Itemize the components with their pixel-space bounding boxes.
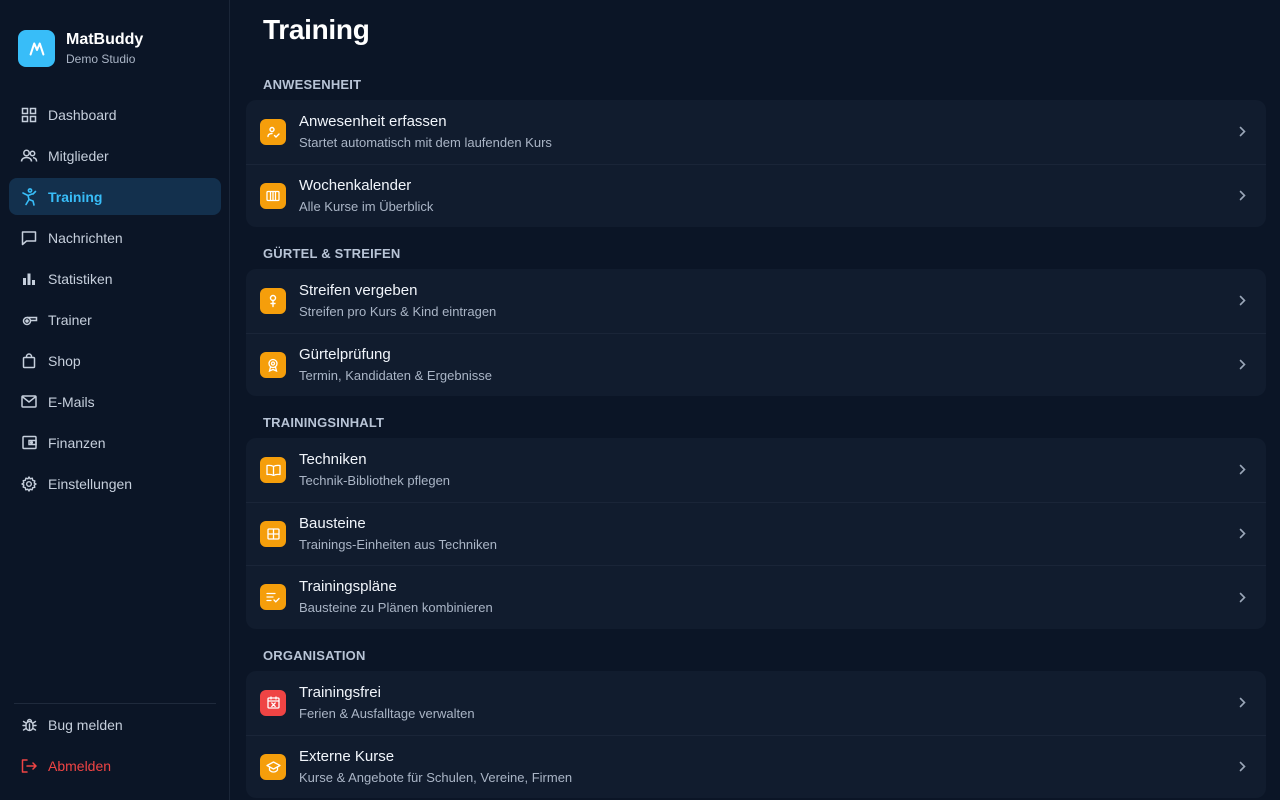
row-subtitle: Trainings-Einheiten aus Techniken <box>299 536 498 552</box>
row-subtitle: Termin, Kandidaten & Ergebnisse <box>299 367 492 383</box>
sidebar-bottom-nav: Bug melden Abmelden <box>9 706 221 788</box>
list-item-externe-kurse[interactable]: Externe Kurse Kurse & Angebote für Schul… <box>246 734 1266 799</box>
sidebar-item-shop[interactable]: Shop <box>9 342 221 379</box>
page-title: Training <box>263 14 370 45</box>
sidebar-item-label: E-Mails <box>48 393 95 410</box>
row-subtitle: Startet automatisch mit dem laufenden Ku… <box>299 134 552 150</box>
list-item-trainingsfrei[interactable]: Trainingsfrei Ferien & Ausfalltage verwa… <box>246 671 1266 735</box>
row-subtitle: Kurse & Angebote für Schulen, Vereine, F… <box>299 769 573 785</box>
row-title: Trainingsfrei <box>299 683 381 701</box>
row-title: Externe Kurse <box>299 747 395 765</box>
row-title: Streifen vergeben <box>299 281 418 299</box>
chevron-right-icon <box>1236 295 1248 307</box>
blocks-icon <box>260 520 286 547</box>
sidebar-item-label: Shop <box>48 352 81 369</box>
list-item-wochenkalender[interactable]: Wochenkalender Alle Kurse im Überblick <box>246 163 1266 228</box>
row-subtitle: Bausteine zu Plänen kombinieren <box>299 600 493 616</box>
whistle-icon <box>20 311 38 329</box>
message-icon <box>20 229 38 247</box>
check-person-icon <box>260 118 286 145</box>
sidebar-item-label: Training <box>48 188 103 205</box>
chevron-right-icon <box>1236 697 1248 709</box>
calendar-week-icon <box>260 182 286 209</box>
sidebar-item-dashboard[interactable]: Dashboard <box>9 96 221 133</box>
sidebar-item-finanzen[interactable]: Finanzen <box>9 424 221 461</box>
shopping-bag-icon <box>20 352 38 370</box>
card-organisation: Trainingsfrei Ferien & Ausfalltage verwa… <box>246 671 1266 798</box>
chevron-right-icon <box>1236 359 1248 371</box>
list-item-guertelpruefung[interactable]: Gürtelprüfung Termin, Kandidaten & Ergeb… <box>246 332 1266 397</box>
card-anwesenheit: Anwesenheit erfassen Startet automatisch… <box>246 100 1266 227</box>
row-subtitle: Streifen pro Kurs & Kind eintragen <box>299 303 497 319</box>
sidebar-item-trainer[interactable]: Trainer <box>9 301 221 338</box>
grid-icon <box>20 106 38 124</box>
row-title: Trainingspläne <box>299 578 397 596</box>
sidebar-item-label: Statistiken <box>48 270 113 287</box>
section-title-anwesenheit: ANWESENHEIT <box>263 77 362 92</box>
sidebar-item-label: Bug melden <box>48 716 123 733</box>
bug-report-button[interactable]: Bug melden <box>9 706 221 743</box>
row-subtitle: Ferien & Ausfalltage verwalten <box>299 705 475 721</box>
row-title: Bausteine <box>299 514 366 532</box>
book-icon <box>260 456 286 483</box>
bar-chart-icon <box>20 270 38 288</box>
mail-icon <box>20 393 38 411</box>
wallet-icon <box>20 434 38 452</box>
stripe-icon <box>260 287 286 314</box>
sidebar-item-nachrichten[interactable]: Nachrichten <box>9 219 221 256</box>
chevron-right-icon <box>1236 190 1248 202</box>
card-guertel-streifen: Streifen vergeben Streifen pro Kurs & Ki… <box>246 269 1266 396</box>
sidebar-item-training[interactable]: Training <box>9 178 221 215</box>
section-title-organisation: ORGANISATION <box>263 648 366 663</box>
section-title-guertel-streifen: GÜRTEL & STREIFEN <box>263 246 401 261</box>
sidebar-item-label: Dashboard <box>48 106 117 123</box>
row-title: Techniken <box>299 450 367 468</box>
row-title: Anwesenheit erfassen <box>299 112 447 130</box>
sidebar-item-label: Mitglieder <box>48 147 109 164</box>
list-item-bausteine[interactable]: Bausteine Trainings-Einheiten aus Techni… <box>246 501 1266 566</box>
list-item-techniken[interactable]: Techniken Technik-Bibliothek pflegen <box>246 438 1266 502</box>
list-item-trainingsplaene[interactable]: Trainingspläne Bausteine zu Plänen kombi… <box>246 565 1266 629</box>
brand-subtitle: Demo Studio <box>66 52 136 66</box>
sidebar-item-e-mails[interactable]: E-Mails <box>9 383 221 420</box>
sidebar-item-label: Trainer <box>48 311 92 328</box>
sidebar-item-label: Einstellungen <box>48 475 133 492</box>
bug-icon <box>20 716 38 734</box>
martial-arts-icon <box>20 187 38 206</box>
chevron-right-icon <box>1236 761 1248 773</box>
sidebar-item-mitglieder[interactable]: Mitglieder <box>9 137 221 174</box>
row-title: Wochenkalender <box>299 176 412 194</box>
gear-icon <box>20 475 38 493</box>
brand[interactable]: MatBuddy Demo Studio <box>18 30 143 67</box>
logout-button[interactable]: Abmelden <box>9 747 221 784</box>
list-check-icon <box>260 584 286 611</box>
calendar-x-icon <box>260 689 286 716</box>
list-item-streifen-vergeben[interactable]: Streifen vergeben Streifen pro Kurs & Ki… <box>246 269 1266 333</box>
graduation-cap-icon <box>260 753 286 780</box>
sidebar-item-label: Finanzen <box>48 434 106 451</box>
award-icon <box>260 351 286 378</box>
sidebar-nav: Dashboard Mitglieder Training Nachrichte… <box>9 96 221 506</box>
sidebar: MatBuddy Demo Studio Dashboard Mitgliede… <box>0 0 230 800</box>
sidebar-divider <box>14 703 216 704</box>
users-icon <box>20 147 38 165</box>
chevron-right-icon <box>1236 591 1248 603</box>
brand-logo-icon <box>18 30 55 67</box>
chevron-right-icon <box>1236 126 1248 138</box>
logout-icon <box>20 757 38 775</box>
sidebar-item-statistiken[interactable]: Statistiken <box>9 260 221 297</box>
sidebar-item-label: Nachrichten <box>48 229 123 246</box>
row-title: Gürtelprüfung <box>299 345 391 363</box>
card-trainingsinhalt: Techniken Technik-Bibliothek pflegen Bau… <box>246 438 1266 629</box>
sidebar-item-einstellungen[interactable]: Einstellungen <box>9 465 221 502</box>
section-title-trainingsinhalt: TRAININGSINHALT <box>263 415 385 430</box>
chevron-right-icon <box>1236 528 1248 540</box>
row-subtitle: Alle Kurse im Überblick <box>299 198 434 214</box>
row-subtitle: Technik-Bibliothek pflegen <box>299 472 451 488</box>
chevron-right-icon <box>1236 464 1248 476</box>
brand-name: MatBuddy <box>66 31 144 48</box>
sidebar-item-label: Abmelden <box>48 757 112 774</box>
list-item-anwesenheit-erfassen[interactable]: Anwesenheit erfassen Startet automatisch… <box>246 100 1266 164</box>
